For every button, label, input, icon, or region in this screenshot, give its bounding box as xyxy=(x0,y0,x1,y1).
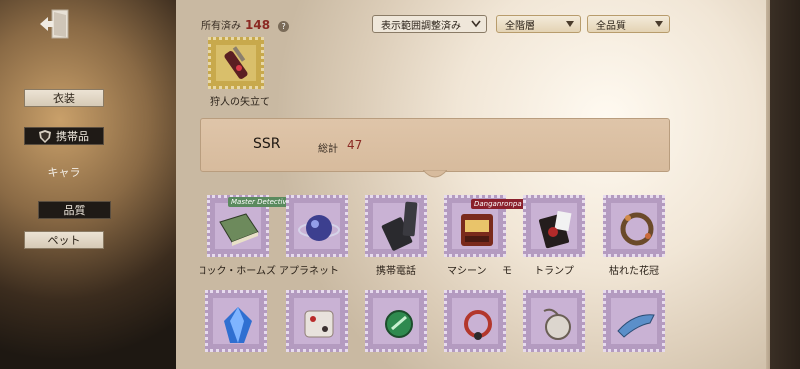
item-withered-wreath[interactable] xyxy=(603,195,665,257)
range-filter-value: 表示範囲調整済み xyxy=(381,20,461,32)
sidebar-item-label: ペット xyxy=(47,234,81,247)
quality-filter-dropdown[interactable]: 全品質 xyxy=(587,15,670,33)
item-card-deck[interactable] xyxy=(523,195,585,257)
dice-cube-icon xyxy=(304,310,334,338)
item-planet-orb[interactable] xyxy=(286,195,348,257)
item-label: アプラネット xyxy=(279,266,339,277)
sidebar-item-accessory[interactable]: 携帯品 xyxy=(24,127,104,145)
item-label: トランプ xyxy=(534,266,574,277)
slot-machine-icon xyxy=(461,214,493,246)
item-blue-fish[interactable] xyxy=(603,290,665,352)
range-filter-dropdown[interactable]: 表示範囲調整済み xyxy=(372,15,487,33)
sidebar-item-character[interactable]: キャラ xyxy=(24,163,104,181)
blue-crystal-icon xyxy=(224,307,252,343)
sidebar-item-costume[interactable]: 衣装 xyxy=(24,89,104,107)
planet-orb-icon xyxy=(298,215,340,241)
flip-phone-icon xyxy=(381,201,418,251)
chevron-down-icon xyxy=(655,21,663,27)
quality-filter-value: 全品質 xyxy=(596,20,626,32)
exit-door-icon[interactable] xyxy=(38,8,72,40)
book-icon xyxy=(219,213,259,246)
item-dice-cube[interactable] xyxy=(286,290,348,352)
sidebar-item-pet[interactable]: ペット xyxy=(24,231,104,249)
chevron-down-icon xyxy=(566,21,574,27)
owned-count: 所有済み 148 ? xyxy=(201,17,290,32)
item-flip-phone[interactable] xyxy=(365,195,427,257)
help-icon[interactable]: ? xyxy=(278,21,290,32)
shield-icon xyxy=(39,129,51,143)
blue-fish-icon xyxy=(617,314,655,338)
quiver-icon xyxy=(224,46,248,79)
item-blue-crystal[interactable] xyxy=(205,290,267,352)
chevron-down-icon xyxy=(471,20,481,28)
item-label: マシーン xyxy=(447,266,487,277)
ssr-total-label: 総計 xyxy=(318,144,338,155)
tier-filter-dropdown[interactable]: 全階層 xyxy=(496,15,581,33)
item-label: 携帯電話 xyxy=(376,266,416,277)
item-pocket-watch[interactable] xyxy=(523,290,585,352)
owned-value: 148 xyxy=(245,18,271,32)
item-red-necklace[interactable] xyxy=(444,290,506,352)
section-notch xyxy=(423,170,447,178)
stamp-frame xyxy=(208,37,264,89)
sidebar-item-label: 衣装 xyxy=(53,92,75,105)
green-gem-icon xyxy=(385,310,413,338)
right-background xyxy=(770,0,800,369)
item-label: 枯れた花冠 xyxy=(609,266,659,277)
item-label: ロック・ホームズ xyxy=(200,266,276,277)
sidebar-item-label: 品質 xyxy=(63,204,86,217)
item-badge: Master Detective xyxy=(228,197,294,207)
item-badge: Danganronpa xyxy=(471,199,525,209)
item-hunter-quiver[interactable] xyxy=(208,37,270,94)
ssr-title: SSR xyxy=(253,136,281,152)
flower-wreath-icon xyxy=(620,212,654,246)
owned-label: 所有済み xyxy=(201,21,241,32)
sidebar-item-quality[interactable]: 品質 xyxy=(38,201,111,219)
item-green-gem[interactable] xyxy=(365,290,427,352)
item-label: 狩人の矢立て xyxy=(210,97,270,108)
pocket-watch-icon xyxy=(543,308,571,340)
card-deck-icon xyxy=(538,210,572,249)
sidebar-background xyxy=(0,0,178,369)
red-necklace-icon xyxy=(464,310,492,340)
ssr-total-value: 47 xyxy=(347,138,363,152)
sidebar-item-label: キャラ xyxy=(47,166,81,179)
sidebar-item-label: 携帯品 xyxy=(56,130,89,143)
tier-filter-value: 全階層 xyxy=(505,20,535,32)
item-label-partial: モ xyxy=(502,266,512,277)
